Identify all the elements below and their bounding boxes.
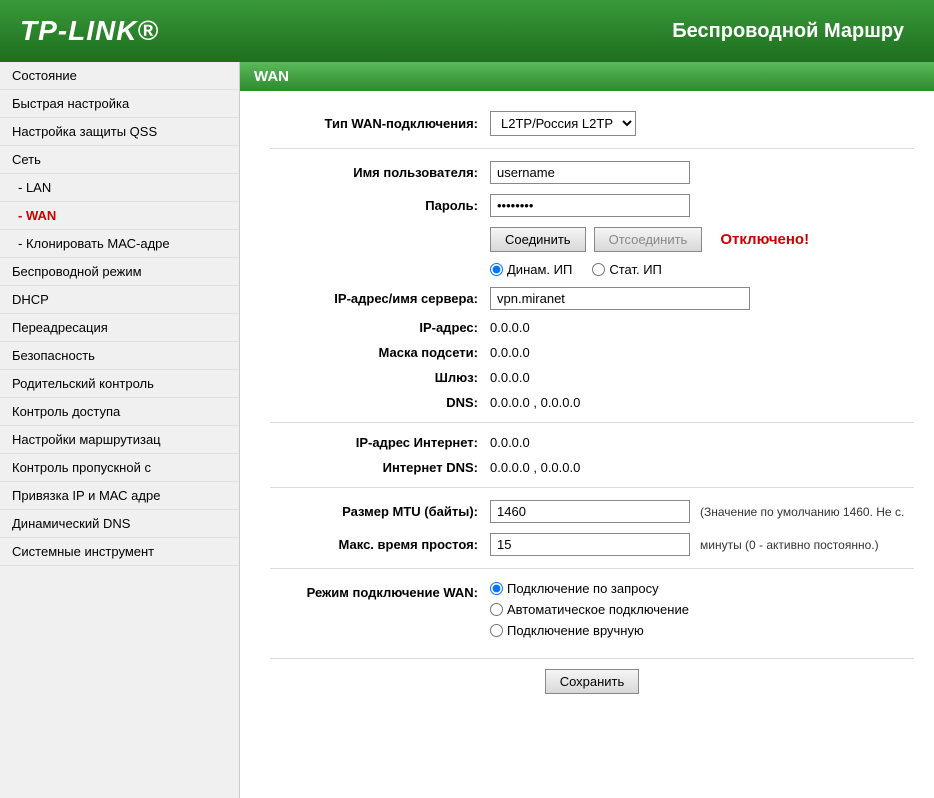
static-ip-text: Стат. ИП [609, 262, 662, 277]
dns-value: 0.0.0.0 , 0.0.0.0 [490, 395, 580, 410]
wan-mode-text-1: Автоматическое подключение [507, 602, 689, 617]
subnet-row: Маска подсети: 0.0.0.0 [270, 345, 914, 360]
sidebar-item-dhcp[interactable]: DHCP [0, 286, 239, 314]
password-label: Пароль: [270, 198, 490, 213]
server-label: IP-адрес/имя сервера: [270, 291, 490, 306]
wan-mode-option-2[interactable]: Подключение вручную [490, 623, 689, 638]
dns-row: DNS: 0.0.0.0 , 0.0.0.0 [270, 395, 914, 410]
sidebar-item-lan[interactable]: - LAN [0, 174, 239, 202]
password-input[interactable] [490, 194, 690, 217]
sidebar-item-quick-setup[interactable]: Быстрая настройка [0, 90, 239, 118]
sidebar-item-forwarding[interactable]: Переадресация [0, 314, 239, 342]
internet-dns-row: Интернет DNS: 0.0.0.0 , 0.0.0.0 [270, 460, 914, 475]
disconnect-button[interactable]: Отсоединить [594, 227, 703, 252]
sidebar-item-status[interactable]: Состояние [0, 62, 239, 90]
wan-mode-text-2: Подключение вручную [507, 623, 644, 638]
mtu-row: Размер MTU (байты): (Значение по умолчан… [270, 500, 914, 523]
gateway-value: 0.0.0.0 [490, 370, 530, 385]
sidebar-item-mac-clone[interactable]: - Клонировать МАС-адре [0, 230, 239, 258]
content-area: WAN Тип WAN-подключения: L2TP/Россия L2T… [240, 62, 934, 798]
wan-mode-radio-1[interactable] [490, 603, 503, 616]
content-body: Тип WAN-подключения: L2TP/Россия L2TPPPP… [240, 91, 934, 714]
header-title: Беспроводной Маршру [672, 20, 914, 43]
save-row: Сохранить [270, 658, 914, 694]
connect-row: Соединить Отсоединить Отключено! [490, 227, 914, 252]
internet-dns-label: Интернет DNS: [270, 460, 490, 475]
ip-mode-radio-group: Динам. ИП Стат. ИП [490, 262, 914, 277]
wan-mode-option-0[interactable]: Подключение по запросу [490, 581, 689, 596]
dynamic-ip-label[interactable]: Динам. ИП [490, 262, 572, 277]
dynamic-ip-radio[interactable] [490, 263, 503, 276]
internet-dns-value: 0.0.0.0 , 0.0.0.0 [490, 460, 580, 475]
internet-ip-row: IP-адрес Интернет: 0.0.0.0 [270, 435, 914, 450]
static-ip-label[interactable]: Стат. ИП [592, 262, 662, 277]
server-input[interactable] [490, 287, 750, 310]
wan-mode-radio-0[interactable] [490, 582, 503, 595]
idle-label: Макс. время простоя: [270, 537, 490, 552]
sidebar: СостояниеБыстрая настройкаНастройка защи… [0, 62, 240, 798]
wan-type-label: Тип WAN-подключения: [270, 116, 490, 131]
username-label: Имя пользователя: [270, 165, 490, 180]
sidebar-item-wireless[interactable]: Беспроводной режим [0, 258, 239, 286]
sidebar-item-ip-mac[interactable]: Привязка IP и МАС адре [0, 482, 239, 510]
sidebar-item-ddns[interactable]: Динамический DNS [0, 510, 239, 538]
main-layout: СостояниеБыстрая настройкаНастройка защи… [0, 62, 934, 798]
header: TP-LINK® Беспроводной Маршру [0, 0, 934, 62]
wan-mode-label: Режим подключение WAN: [270, 581, 490, 600]
username-input[interactable] [490, 161, 690, 184]
sidebar-item-qss[interactable]: Настройка защиты QSS [0, 118, 239, 146]
dynamic-ip-text: Динам. ИП [507, 262, 572, 277]
password-row: Пароль: [270, 194, 914, 217]
wan-type-row: Тип WAN-подключения: L2TP/Россия L2TPPPP… [270, 111, 914, 136]
wan-type-select[interactable]: L2TP/Россия L2TPPPPoEDHCPStatic IP [490, 111, 636, 136]
server-row: IP-адрес/имя сервера: [270, 287, 914, 310]
sidebar-item-parental[interactable]: Родительский контроль [0, 370, 239, 398]
subnet-label: Маска подсети: [270, 345, 490, 360]
idle-note: минуты (0 - активно постоянно.) [700, 538, 879, 552]
sidebar-item-bandwidth[interactable]: Контроль пропускной с [0, 454, 239, 482]
mtu-label: Размер MTU (байты): [270, 504, 490, 519]
username-row: Имя пользователя: [270, 161, 914, 184]
logo: TP-LINK® [20, 15, 159, 47]
mtu-note: (Значение по умолчанию 1460. Не с. [700, 505, 904, 519]
ip-row: IP-адрес: 0.0.0.0 [270, 320, 914, 335]
gateway-label: Шлюз: [270, 370, 490, 385]
ip-mode-section: Динам. ИП Стат. ИП [490, 262, 914, 277]
sidebar-item-access-control[interactable]: Контроль доступа [0, 398, 239, 426]
subnet-value: 0.0.0.0 [490, 345, 530, 360]
idle-input[interactable] [490, 533, 690, 556]
internet-ip-label: IP-адрес Интернет: [270, 435, 490, 450]
wan-mode-option-1[interactable]: Автоматическое подключение [490, 602, 689, 617]
dns-label: DNS: [270, 395, 490, 410]
wan-mode-text-0: Подключение по запросу [507, 581, 659, 596]
sidebar-item-system[interactable]: Системные инструмент [0, 538, 239, 566]
wan-mode-radio-2[interactable] [490, 624, 503, 637]
sidebar-item-security[interactable]: Безопасность [0, 342, 239, 370]
ip-value: 0.0.0.0 [490, 320, 530, 335]
sidebar-item-wan[interactable]: - WAN [0, 202, 239, 230]
status-badge: Отключено! [720, 231, 809, 248]
connect-button[interactable]: Соединить [490, 227, 586, 252]
wan-mode-radio-group: Подключение по запросу Автоматическое под… [490, 581, 689, 638]
ip-label: IP-адрес: [270, 320, 490, 335]
sidebar-item-routing[interactable]: Настройки маршрутизац [0, 426, 239, 454]
idle-row: Макс. время простоя: минуты (0 - активно… [270, 533, 914, 556]
gateway-row: Шлюз: 0.0.0.0 [270, 370, 914, 385]
sidebar-item-network[interactable]: Сеть [0, 146, 239, 174]
mtu-input[interactable] [490, 500, 690, 523]
static-ip-radio[interactable] [592, 263, 605, 276]
save-button[interactable]: Сохранить [545, 669, 640, 694]
internet-ip-value: 0.0.0.0 [490, 435, 530, 450]
wan-mode-row: Режим подключение WAN: Подключение по за… [270, 581, 914, 638]
section-title: WAN [240, 62, 934, 91]
